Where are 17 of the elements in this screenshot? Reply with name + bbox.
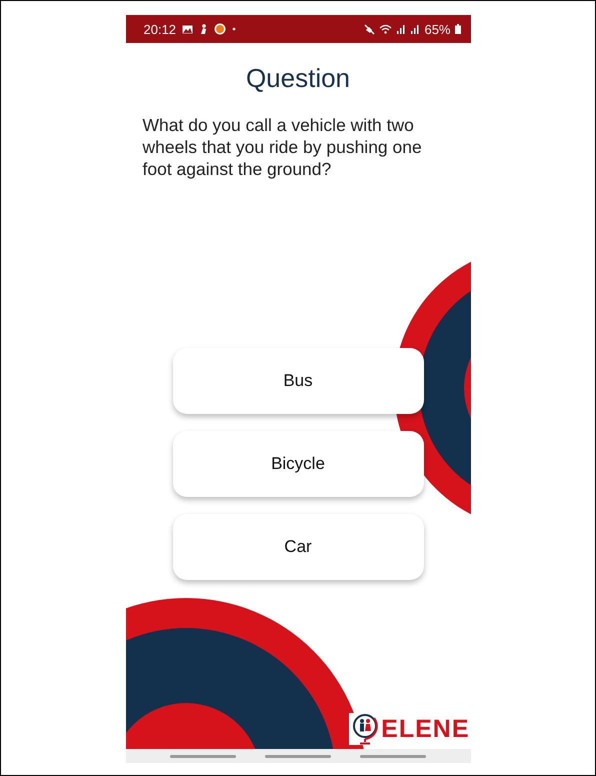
figure-icon — [199, 24, 208, 34]
answer-button[interactable]: Bicycle — [172, 431, 424, 497]
circle-icon — [214, 23, 226, 35]
answer-button[interactable]: Bus — [172, 348, 424, 414]
image-icon — [182, 24, 194, 34]
dot-icon — [232, 27, 236, 31]
battery-icon — [454, 24, 460, 34]
question-text: What do you call a vehicle with two wheels that you ride by pushing one foot against the ground? — [142, 114, 423, 180]
signal-icon — [410, 24, 420, 34]
answer-button[interactable]: Car — [172, 514, 424, 580]
clock-time: 20:12 — [144, 22, 176, 36]
battery-percent: 65% — [424, 22, 450, 36]
mute-icon — [364, 24, 376, 34]
signal-icon — [396, 24, 406, 34]
wifi-icon — [379, 24, 392, 34]
logo-text: ELENE — [381, 714, 470, 744]
page-title: Question — [244, 63, 352, 94]
